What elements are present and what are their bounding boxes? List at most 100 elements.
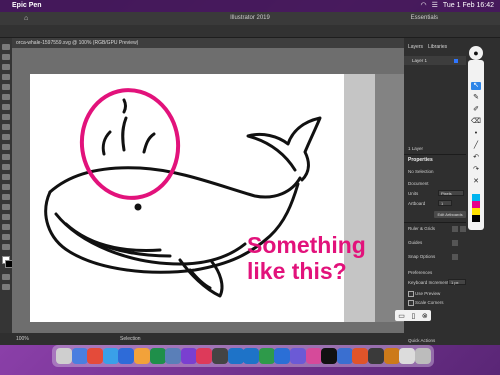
pen-icon[interactable]: ✎ — [471, 94, 481, 102]
dock-app-icon[interactable] — [165, 348, 182, 364]
dock-app-icon[interactable] — [227, 348, 244, 364]
brush-size-icon[interactable]: • — [471, 130, 481, 138]
dock-app-icon[interactable] — [56, 348, 72, 364]
menu-app-name[interactable]: Epic Pen — [12, 0, 42, 12]
control-center-icon[interactable]: ☰ — [432, 0, 438, 12]
shape-builder-tool-icon[interactable] — [2, 184, 10, 190]
eraser-icon[interactable]: ⌫ — [471, 118, 481, 126]
tab-layers[interactable]: Layers — [408, 44, 423, 50]
guides-icon[interactable] — [452, 240, 458, 246]
artboard[interactable] — [30, 74, 375, 322]
pen-tool-icon[interactable] — [2, 64, 10, 70]
dock-app-icon[interactable] — [243, 348, 260, 364]
dock-app-icon[interactable] — [414, 348, 431, 364]
dock-app-icon[interactable] — [71, 348, 88, 364]
color-black-swatch[interactable] — [472, 215, 480, 222]
drawing-mode-icon[interactable] — [2, 274, 10, 280]
artboard-tool-icon[interactable] — [2, 224, 10, 230]
free-transform-tool-icon[interactable] — [2, 174, 10, 180]
document-label: Document — [408, 181, 429, 186]
copy-icon[interactable]: ▯ — [411, 312, 415, 320]
layer-count: 1 Layer — [408, 146, 424, 151]
type-tool-icon[interactable] — [2, 84, 10, 90]
dock-app-icon[interactable] — [383, 348, 400, 364]
dock-app-icon[interactable] — [274, 348, 291, 364]
dock-app-icon[interactable] — [368, 348, 384, 364]
document-tab[interactable]: orca-whale-1597559.svg @ 100% (RGB/GPU P… — [12, 38, 404, 48]
cursor-mode-icon[interactable]: ↖ — [471, 82, 481, 90]
right-panels: Layers Libraries Layer 1 1 Layer Propert… — [404, 38, 500, 345]
scale-corners-label: Scale Corners — [415, 300, 444, 305]
gradient-tool-icon[interactable] — [2, 194, 10, 200]
workspace-switcher[interactable]: Essentials — [411, 12, 438, 25]
close-icon[interactable]: ⊗ — [422, 312, 428, 320]
line-icon[interactable]: ╱ — [471, 142, 481, 150]
guides-label: Guides — [408, 240, 423, 245]
screen-mode-icon[interactable] — [2, 284, 10, 290]
dock-app-icon[interactable] — [352, 348, 369, 364]
line-tool-icon[interactable] — [2, 94, 10, 100]
epic-pen-toolbar: ↖ ✎ ✐ ⌫ • ╱ ↶ ↷ ✕ — [468, 60, 484, 230]
artboard-field[interactable]: 1 — [438, 200, 452, 206]
undo-icon[interactable]: ↶ — [471, 154, 481, 162]
dock-app-icon[interactable] — [399, 348, 416, 364]
units-select[interactable]: Pixels — [438, 190, 464, 196]
annotation-line-1: Something — [247, 232, 366, 258]
snap-options-label: Snap Options — [408, 254, 436, 259]
color-cyan-swatch[interactable] — [472, 194, 480, 201]
wifi-icon[interactable]: ◠ — [421, 0, 427, 12]
width-tool-icon[interactable] — [2, 164, 10, 170]
dock-app-icon[interactable] — [87, 348, 104, 364]
dock-app-icon[interactable] — [212, 348, 228, 364]
hand-tool-icon[interactable] — [2, 234, 10, 240]
paintbrush-tool-icon[interactable] — [2, 114, 10, 120]
use-preview-checkbox[interactable] — [408, 291, 414, 297]
pencil-tool-icon[interactable] — [2, 124, 10, 130]
illustrator-window: ⌂ Illustrator 2019 Essentials orca-whale… — [0, 12, 500, 345]
selection-tool-icon[interactable] — [2, 44, 10, 50]
grid-icon[interactable] — [452, 226, 458, 232]
dock-app-icon[interactable] — [305, 348, 322, 364]
dock-app-icon[interactable] — [102, 348, 119, 364]
eyedropper-tool-icon[interactable] — [2, 204, 10, 210]
properties-heading[interactable]: Properties — [408, 157, 433, 163]
blend-tool-icon[interactable] — [2, 214, 10, 220]
curvature-tool-icon[interactable] — [2, 74, 10, 80]
dock-app-icon[interactable] — [258, 348, 275, 364]
clear-icon[interactable]: ✕ — [471, 178, 481, 186]
color-yellow-swatch[interactable] — [472, 208, 480, 215]
folder-icon[interactable]: ▭ — [398, 312, 405, 320]
dock-app-icon[interactable] — [180, 348, 197, 364]
layer-name: Layer 1 — [412, 58, 428, 63]
zoom-level[interactable]: 100% — [16, 333, 29, 345]
redo-icon[interactable]: ↷ — [471, 166, 481, 174]
zoom-tool-icon[interactable] — [2, 244, 10, 250]
dock-app-icon[interactable] — [196, 348, 213, 364]
dock-app-icon[interactable] — [321, 348, 338, 364]
scale-corners-checkbox[interactable] — [408, 300, 414, 306]
rotate-tool-icon[interactable] — [2, 144, 10, 150]
dock-app-icon[interactable] — [134, 348, 150, 364]
edit-artboards-button[interactable]: Edit Artboards — [434, 211, 466, 218]
rectangle-tool-icon[interactable] — [2, 104, 10, 110]
scale-tool-icon[interactable] — [2, 154, 10, 160]
snap-icon[interactable] — [452, 254, 458, 260]
color-magenta-swatch[interactable] — [472, 201, 480, 208]
canvas-workspace[interactable] — [12, 48, 404, 333]
highlighter-icon[interactable]: ✐ — [471, 106, 481, 114]
dock-app-icon[interactable] — [118, 348, 135, 364]
menu-clock[interactable]: Tue 1 Feb 16:42 — [443, 0, 494, 12]
dock-app-icon[interactable] — [290, 348, 306, 364]
eraser-tool-icon[interactable] — [2, 134, 10, 140]
dock-app-icon[interactable] — [149, 348, 166, 364]
tab-libraries[interactable]: Libraries — [428, 44, 447, 50]
direct-selection-tool-icon[interactable] — [2, 54, 10, 60]
layer-row[interactable]: Layer 1 — [404, 56, 466, 65]
ruler-icon[interactable] — [460, 226, 466, 232]
epic-pen-logo-icon[interactable]: ● — [469, 46, 483, 60]
dock-app-icon[interactable] — [336, 348, 353, 364]
keyboard-increment-field[interactable]: 1 px — [448, 279, 466, 285]
whale-illustration — [44, 88, 322, 298]
quick-actions-label: Quick Actions — [408, 338, 436, 343]
current-tool-label: Selection — [120, 336, 141, 342]
